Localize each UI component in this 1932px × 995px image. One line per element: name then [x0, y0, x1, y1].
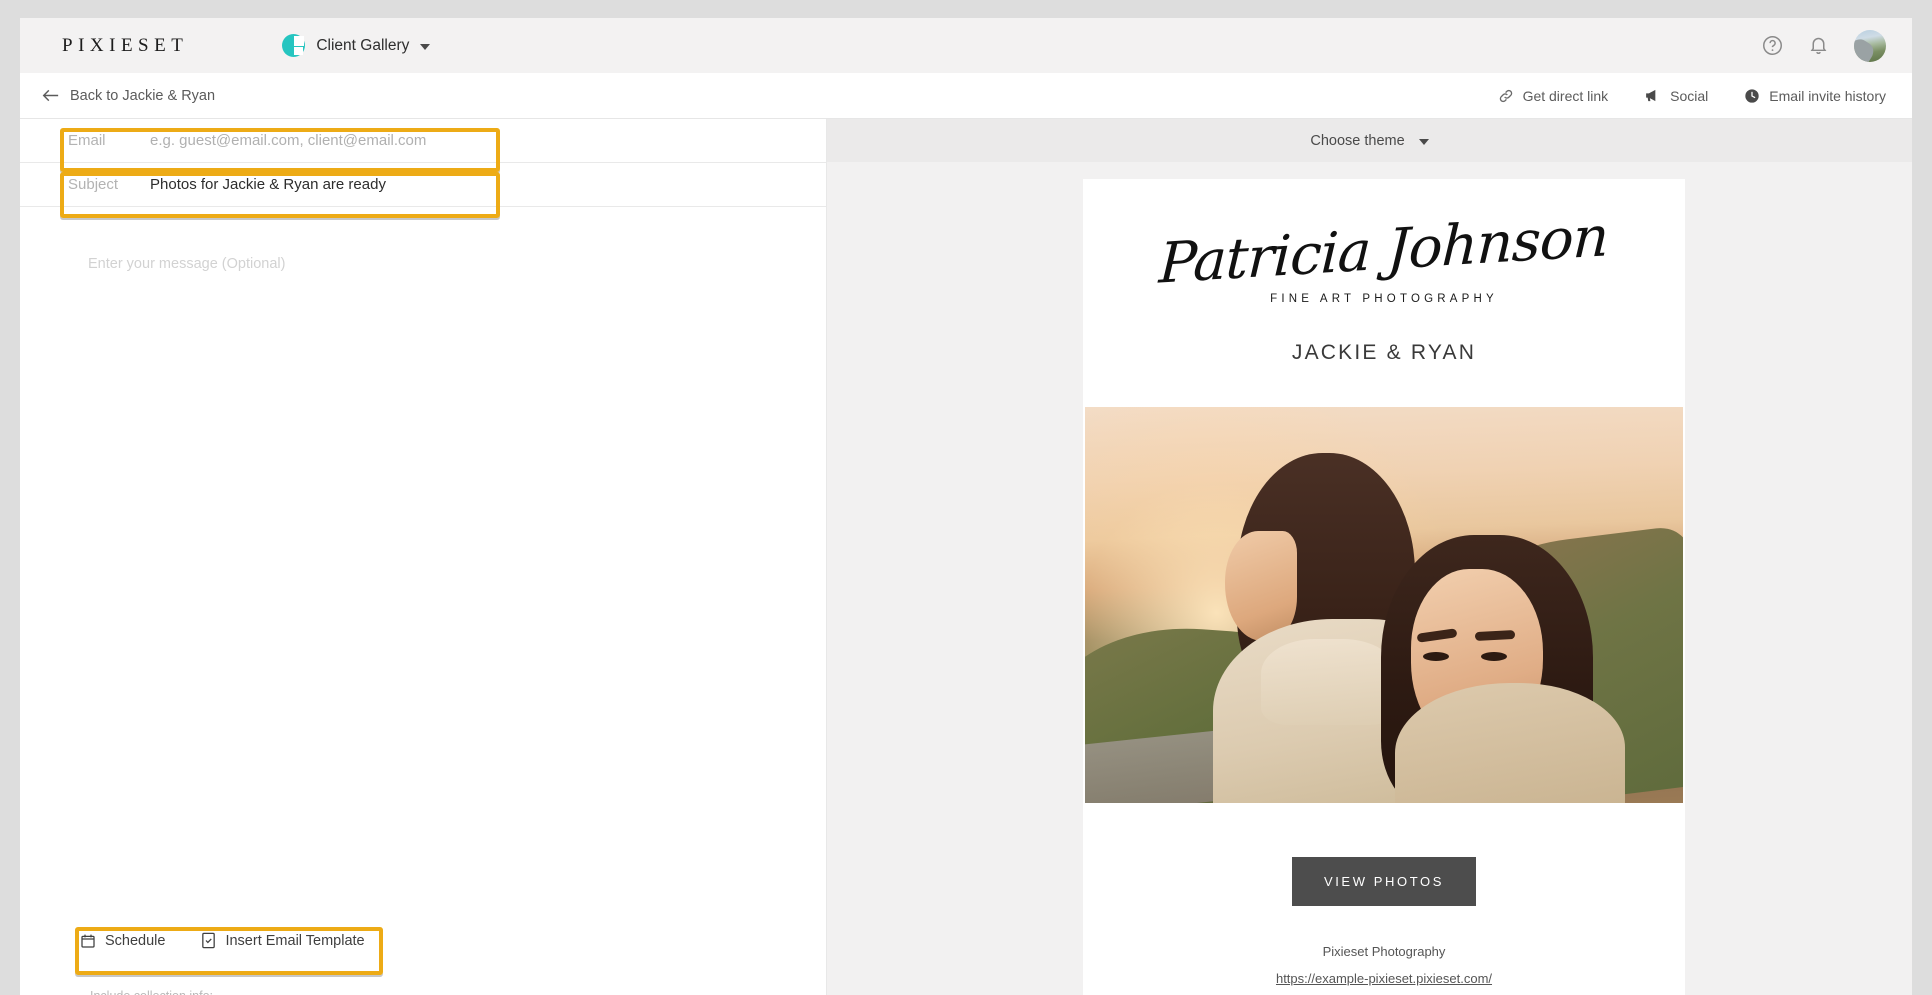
social-button[interactable]: Social	[1644, 88, 1708, 104]
studio-logo: Patricia Johnson FINE ART PHOTOGRAPHY	[1083, 179, 1685, 341]
compose-panel: Email e.g. guest@email.com, client@email…	[20, 119, 827, 995]
document-check-icon	[202, 932, 216, 949]
studio-logo-script: Patricia Johnson	[1158, 204, 1610, 297]
app-window: PIXIESET Client Gallery Back to Jackie &…	[20, 18, 1912, 995]
pixieset-brand-logo: PIXIESET	[62, 34, 189, 56]
insert-email-template-button[interactable]: Insert Email Template	[201, 932, 365, 949]
choose-theme-dropdown[interactable]: Choose theme	[827, 119, 1912, 162]
back-link-label: Back to Jackie & Ryan	[70, 87, 216, 104]
cover-photo	[1085, 407, 1683, 803]
footer-studio-name: Pixieset Photography	[1322, 944, 1446, 959]
calendar-icon	[81, 934, 95, 948]
compose-tools: Schedule Insert Email Template	[80, 932, 365, 949]
subject-field-row[interactable]: Subject Photos for Jackie & Ryan are rea…	[20, 163, 826, 207]
email-footer: Pixieset Photography https://example-pix…	[1083, 944, 1685, 995]
pixieset-mark-icon	[282, 34, 306, 57]
gallery-title: JACKIE & RYAN	[1291, 341, 1477, 364]
email-input[interactable]: e.g. guest@email.com, client@email.com	[150, 132, 426, 149]
sub-toolbar-actions: Get direct link Social Email invite hist…	[1498, 88, 1886, 104]
email-preview-panel: Choose theme Patricia Johnson FINE ART P…	[827, 119, 1912, 995]
notification-bell-icon[interactable]	[1808, 35, 1829, 56]
email-invite-history-button[interactable]: Email invite history	[1744, 88, 1886, 104]
subject-input[interactable]: Photos for Jackie & Ryan are ready	[150, 176, 386, 193]
choose-theme-label: Choose theme	[1310, 132, 1405, 149]
back-to-collection-link[interactable]: Back to Jackie & Ryan	[42, 88, 215, 104]
link-icon	[1499, 89, 1512, 102]
sub-toolbar: Back to Jackie & Ryan Get direct link So…	[20, 73, 1912, 119]
chevron-down-icon	[1418, 138, 1429, 145]
cta-area: VIEW PHOTOS	[1083, 803, 1685, 944]
email-field-row[interactable]: Email e.g. guest@email.com, client@email…	[20, 119, 826, 163]
message-input-placeholder: Enter your message (Optional)	[88, 256, 286, 272]
email-field-label: Email	[68, 132, 106, 149]
view-photos-button[interactable]: VIEW PHOTOS	[1291, 857, 1477, 906]
email-preview-card: Patricia Johnson FINE ART PHOTOGRAPHY JA…	[1083, 179, 1685, 995]
user-avatar[interactable]	[1854, 29, 1886, 62]
get-direct-link-button[interactable]: Get direct link	[1498, 87, 1609, 104]
insert-email-template-label: Insert Email Template	[225, 932, 365, 949]
product-switcher-label: Client Gallery	[316, 36, 410, 54]
megaphone-icon	[1646, 89, 1656, 102]
clock-icon	[1745, 88, 1759, 103]
product-switcher[interactable]: Client Gallery	[282, 34, 431, 57]
get-direct-link-label: Get direct link	[1522, 87, 1609, 104]
content-area: Email e.g. guest@email.com, client@email…	[20, 119, 1912, 995]
arrow-left-icon	[42, 89, 59, 102]
top-header-actions	[1762, 29, 1886, 62]
footer-gallery-url[interactable]: https://example-pixieset.pixieset.com/	[1083, 971, 1685, 986]
chevron-down-icon	[420, 43, 431, 50]
social-label: Social	[1670, 87, 1709, 104]
message-area[interactable]: Enter your message (Optional)	[20, 207, 826, 273]
include-collection-info-label: Include collection info:	[90, 989, 213, 995]
email-invite-history-label: Email invite history	[1769, 87, 1886, 104]
schedule-label: Schedule	[105, 932, 166, 949]
top-header: PIXIESET Client Gallery	[20, 18, 1912, 73]
schedule-button[interactable]: Schedule	[80, 933, 165, 949]
help-icon[interactable]	[1762, 35, 1783, 56]
subject-field-label: Subject	[68, 176, 119, 193]
